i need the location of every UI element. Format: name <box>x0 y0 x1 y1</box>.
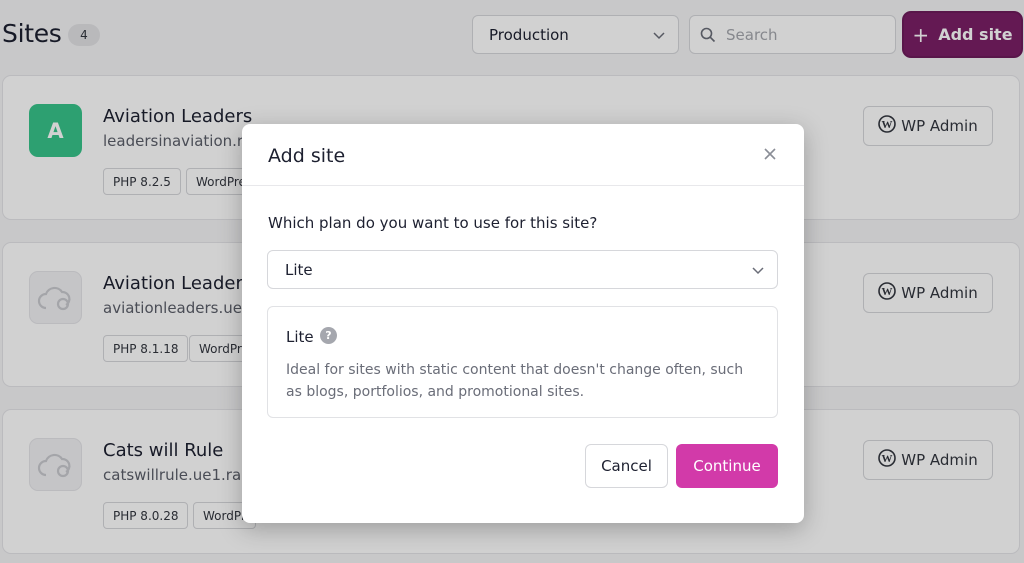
plan-select[interactable]: Lite <box>267 250 778 289</box>
cancel-button[interactable]: Cancel <box>585 444 668 488</box>
dialog-title: Add site <box>268 145 346 167</box>
plan-name: Lite <box>286 328 314 346</box>
plan-details-card: Lite ? Ideal for sites with static conte… <box>267 306 778 418</box>
add-site-dialog: Add site Which plan do you want to use f… <box>242 124 804 523</box>
plan-description: Ideal for sites with static content that… <box>286 362 744 400</box>
plan-question: Which plan do you want to use for this s… <box>268 214 598 232</box>
help-icon[interactable]: ? <box>320 327 337 344</box>
dialog-divider <box>242 185 804 186</box>
continue-button[interactable]: Continue <box>676 444 778 488</box>
chevron-down-icon <box>751 263 765 281</box>
plan-select-value: Lite <box>285 260 313 279</box>
close-icon[interactable] <box>762 146 778 162</box>
